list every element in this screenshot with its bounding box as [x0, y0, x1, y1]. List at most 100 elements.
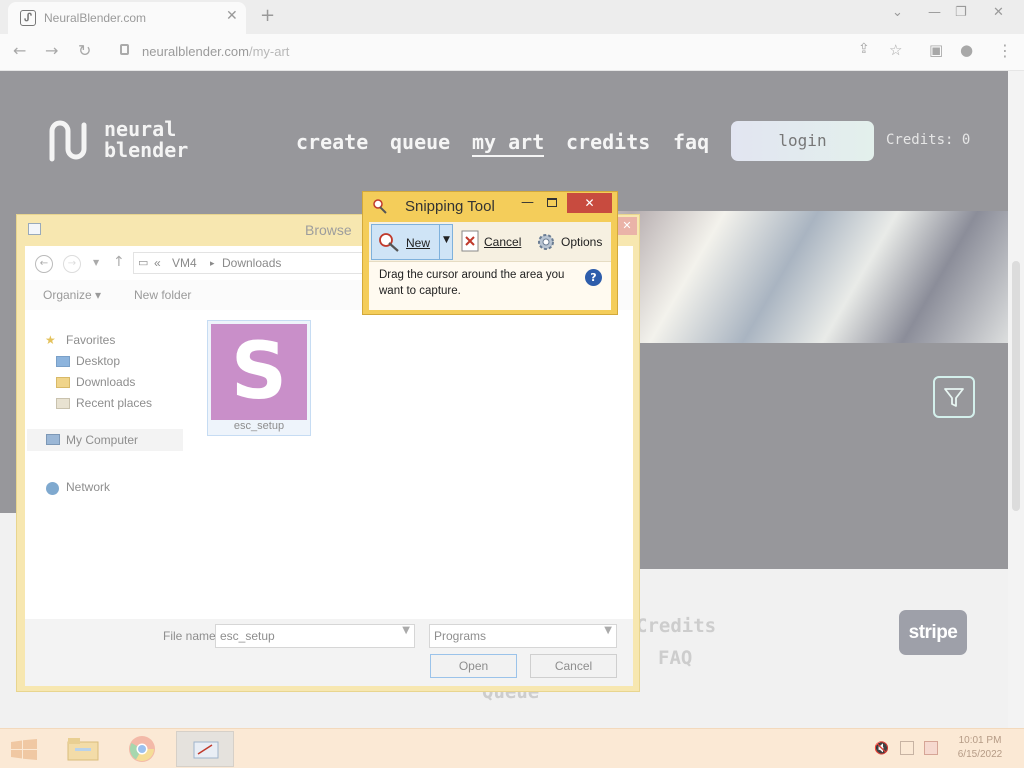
organize-menu[interactable]: Organize ▾	[43, 288, 101, 302]
snipping-tool-window: Snipping Tool — ✕ New ▼ Cancel Options D…	[362, 191, 618, 315]
browser-tab-strip: ᔑ NeuralBlender.com ✕ + ⌄ — ❐ ✕	[0, 0, 1024, 34]
snip-minimize-button[interactable]: —	[521, 195, 534, 210]
browse-close-button[interactable]: ✕	[617, 217, 637, 235]
favorites-star-icon: ★	[45, 333, 56, 347]
snip-maximize-button[interactable]	[547, 198, 557, 207]
nav-my-computer-row[interactable]: My Computer	[27, 429, 183, 451]
nav-my-computer: My Computer	[66, 433, 139, 447]
cancel-snip-button[interactable]: Cancel	[457, 224, 525, 260]
browser-toolbar: ← → ↻ neuralblender.com/my-art ⇪ ☆ ▣ ● ⋮	[0, 34, 1024, 71]
file-name-label-text: File name:	[163, 629, 220, 643]
nav-faq[interactable]: faq	[673, 130, 709, 154]
reload-icon[interactable]: ↻	[78, 41, 91, 60]
windows-taskbar: 🔇 10:01 PM 6/15/2022	[0, 728, 1024, 768]
taskbar-chrome[interactable]	[114, 731, 172, 767]
snip-close-button[interactable]: ✕	[567, 193, 612, 213]
start-button[interactable]	[0, 731, 48, 767]
filter-button[interactable]	[933, 376, 975, 418]
page-scrollbar[interactable]	[1008, 71, 1024, 728]
new-folder-button[interactable]: New folder	[134, 288, 191, 302]
window-close-button[interactable]: ✕	[993, 5, 1004, 20]
breadcrumb-overflow[interactable]: «	[154, 256, 161, 270]
menu-icon[interactable]: ⋮	[997, 41, 1013, 60]
snip-instruction-text: Drag the cursor around the area you want…	[379, 269, 565, 297]
clock-date: 6/15/2022	[957, 749, 1003, 760]
new-tab-button[interactable]: +	[260, 5, 275, 26]
credits-counter: Credits: 0	[886, 132, 971, 148]
forward-arrow-icon[interactable]: →	[63, 255, 81, 273]
profile-icon[interactable]: ●	[960, 41, 973, 59]
nav-favorites[interactable]: Favorites	[66, 333, 115, 347]
recent-locations-icon[interactable]: ▼	[93, 258, 99, 267]
up-arrow-icon[interactable]: ↑	[113, 254, 125, 270]
file-thumbnail: S	[211, 324, 307, 420]
breadcrumb-downloads[interactable]: Downloads	[222, 256, 281, 270]
tab-search-icon[interactable]: ⌄	[892, 5, 903, 20]
taskbar-file-explorer[interactable]	[54, 731, 112, 767]
network-tray-icon[interactable]	[900, 741, 914, 755]
file-item-esc-setup[interactable]: S esc_setup	[207, 320, 311, 436]
back-arrow-icon[interactable]: ←	[35, 255, 53, 273]
address-bar[interactable]: neuralblender.com/my-art	[106, 38, 896, 66]
back-icon[interactable]: ←	[13, 41, 26, 60]
file-name-input[interactable]: esc_setup ▼	[215, 624, 415, 648]
file-type-select[interactable]: Programs ▼	[429, 624, 617, 648]
nav-recent-places[interactable]: Recent places	[76, 396, 152, 410]
new-snip-scissors-icon	[379, 233, 399, 252]
login-button[interactable]: login	[731, 121, 874, 161]
cancel-x-icon	[461, 230, 479, 252]
footer-link-credits[interactable]: Credits	[636, 615, 716, 637]
nav-queue[interactable]: queue	[390, 130, 450, 154]
help-icon[interactable]: ?	[585, 269, 602, 286]
snipping-tool-icon	[373, 199, 387, 214]
new-mode-dropdown-icon[interactable]: ▼	[443, 235, 450, 245]
side-panel-icon[interactable]: ▣	[929, 41, 943, 59]
minimize-button[interactable]: —	[928, 5, 941, 20]
snipping-toolbar: New ▼ Cancel Options	[369, 222, 611, 262]
open-button[interactable]: Open	[430, 654, 517, 678]
nav-network[interactable]: Network	[66, 480, 110, 494]
file-name-label: esc_setup	[233, 420, 285, 432]
stripe-badge[interactable]: stripe	[899, 610, 967, 655]
bookmark-star-icon[interactable]: ☆	[889, 41, 902, 59]
chevron-down-icon[interactable]: ▼	[402, 625, 410, 636]
chevron-down-icon[interactable]: ▼	[604, 625, 612, 636]
scrollbar-thumb[interactable]	[1012, 261, 1020, 511]
action-center-icon[interactable]	[924, 741, 938, 755]
lock-icon	[120, 44, 129, 55]
nav-downloads[interactable]: Downloads	[76, 375, 135, 389]
system-clock[interactable]: 10:01 PM 6/15/2022	[948, 734, 1012, 762]
nav-create[interactable]: create	[296, 130, 368, 154]
desktop-icon	[56, 356, 70, 367]
share-icon[interactable]: ⇪	[858, 41, 870, 57]
taskbar-snipping-tool[interactable]	[176, 731, 234, 767]
volume-muted-icon[interactable]: 🔇	[874, 741, 889, 755]
split-divider	[439, 225, 440, 259]
dialog-bottom-bar: File name: esc_setup ▼ Programs ▼ Open Can…	[25, 619, 633, 686]
tab-title: NeuralBlender.com	[44, 11, 147, 25]
nav-desktop[interactable]: Desktop	[76, 354, 120, 368]
computer-icon	[46, 434, 60, 445]
cancel-button[interactable]: Cancel	[530, 654, 617, 678]
clock-time: 10:01 PM	[958, 735, 1002, 746]
dialog-window-icon	[28, 223, 41, 235]
tab-close-icon[interactable]: ✕	[226, 8, 238, 24]
folder-icon: ▭	[138, 257, 149, 269]
snipping-tool-title: Snipping Tool	[405, 198, 495, 215]
restore-button[interactable]: ❐	[955, 5, 967, 20]
forward-icon[interactable]: →	[45, 41, 58, 60]
footer-link-faq[interactable]: FAQ	[658, 647, 692, 669]
site-favicon-icon: ᔑ	[20, 10, 36, 26]
site-logo-text[interactable]: neural blender	[104, 119, 188, 161]
snipping-tool-taskbar-icon	[193, 741, 219, 759]
new-snip-label: New	[406, 236, 431, 250]
chrome-icon	[129, 736, 155, 762]
breadcrumb-vm4[interactable]: VM4	[172, 256, 197, 270]
new-snip-button[interactable]: New ▼	[371, 224, 453, 260]
cancel-snip-label: Cancel	[484, 235, 522, 249]
options-button[interactable]: Options	[531, 224, 609, 260]
browser-tab[interactable]: ᔑ NeuralBlender.com ✕	[8, 2, 246, 34]
breadcrumb[interactable]: ▭ « VM4 ▸ Downloads	[133, 252, 373, 274]
nav-my-art[interactable]: my art	[472, 130, 545, 157]
nav-credits[interactable]: credits	[566, 130, 650, 154]
